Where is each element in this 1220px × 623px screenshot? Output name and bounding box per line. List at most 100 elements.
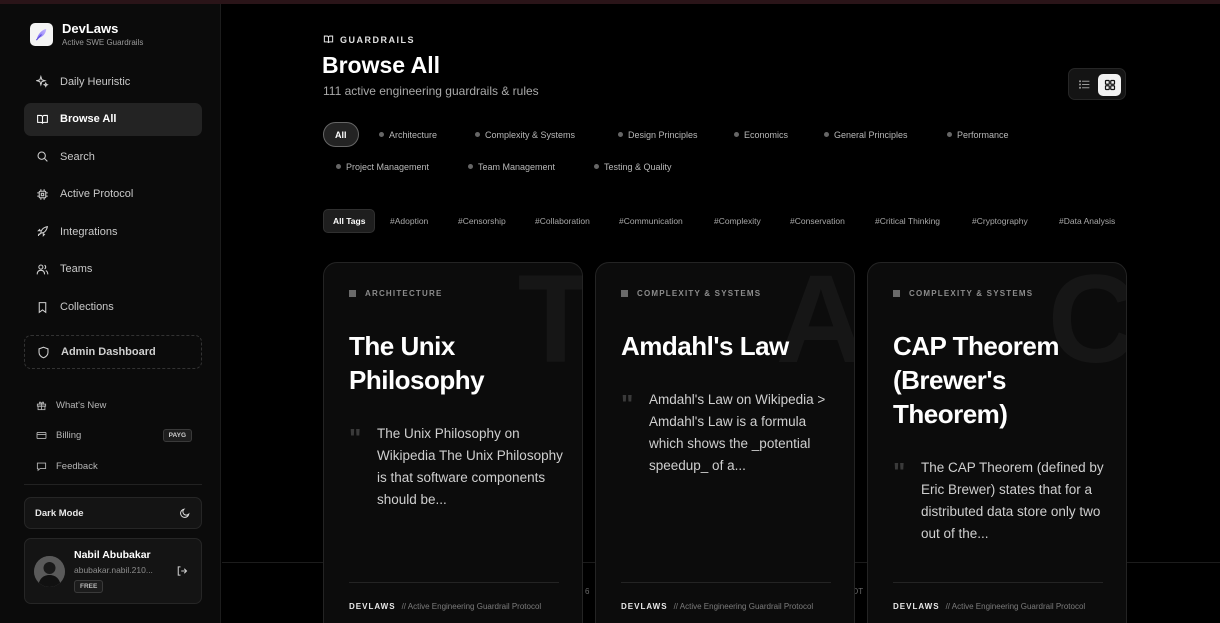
cpu-icon [37,189,48,200]
bullet-dot [618,132,623,137]
card-footer: DEVLAWS // Active Engineering Guardrail P… [893,601,1108,613]
card-category-label: ARCHITECTURE [365,289,443,298]
category-chip[interactable]: Team Management [468,154,555,179]
chip-label: Performance [957,129,1009,140]
nav-label: Feedback [56,460,98,472]
plan-badge: FREE [74,580,104,593]
footer-peek-text: 6 [585,587,590,596]
main-nav: Daily Heuristic Browse All Search Active… [24,65,202,328]
quote-icon: " [621,389,634,419]
tag-label: #Complexity [714,216,761,226]
nav-item-browse-all[interactable]: Browse All [24,102,202,136]
main-content: GUARDRAILS Browse All 111 active enginee… [222,4,1220,623]
admin-dashboard-button[interactable]: Admin Dashboard [24,335,202,369]
tag-chip[interactable]: #Censorship [458,209,506,233]
user-name: Nabil Abubakar [74,549,151,561]
card-footer: DEVLAWS // Active Engineering Guardrail P… [349,601,564,613]
guardrail-card[interactable]: A COMPLEXITY & SYSTEMS Amdahl's Law " Am… [595,262,855,623]
card-footer-text: // Active Engineering Guardrail Protocol [673,602,814,611]
nav-item-billing[interactable]: Billing PAYG [36,421,192,452]
card-category: COMPLEXITY & SYSTEMS [621,289,761,298]
tag-chip[interactable]: #Data Analysis [1059,209,1115,233]
category-chip[interactable]: Performance [947,122,1009,147]
logout-icon[interactable] [176,565,188,577]
brand[interactable]: DevLaws Active SWE Guardrails [30,21,143,47]
chip-label: Team Management [478,161,556,172]
grid-view-button[interactable] [1098,74,1121,96]
sparkles-icon [36,75,49,88]
credit-card-icon [36,432,47,440]
brand-name: DevLaws [62,21,119,36]
card-divider [349,582,559,583]
category-chip[interactable]: Project Management [336,154,429,179]
card-category-label: COMPLEXITY & SYSTEMS [909,289,1034,298]
tag-label: #Censorship [458,216,506,226]
users-icon [36,264,49,275]
search-icon [37,151,48,162]
user-card[interactable]: Nabil Abubakar abubakar.nabil.210... FRE… [24,538,202,604]
avatar [34,556,65,587]
category-chip[interactable]: Complexity & Systems [475,122,575,147]
card-footer-text: // Active Engineering Guardrail Protocol [401,602,542,611]
feather-logo-icon [30,22,53,46]
nav-item-whats-new[interactable]: What's New [36,390,192,421]
nav-item-active-protocol[interactable]: Active Protocol [24,178,202,211]
book-open-icon [323,35,334,44]
nav-label: Browse All [60,113,117,126]
nav-item-integrations[interactable]: Integrations [24,215,202,248]
tag-label: #Conservation [790,216,845,226]
nav-item-search[interactable]: Search [24,140,202,173]
card-title: The Unix Philosophy [349,331,485,395]
nav-item-daily-heuristic[interactable]: Daily Heuristic [24,65,202,98]
category-chip-all[interactable]: All [323,122,359,147]
shield-icon [38,346,49,358]
list-view-icon[interactable] [1078,78,1091,91]
category-chip[interactable]: General Principles [824,122,908,147]
card-excerpt: Amdahl's Law on Wikipedia > Amdahl's Law… [649,392,826,473]
guardrail-card[interactable]: C COMPLEXITY & SYSTEMS CAP Theorem (Brew… [867,262,1127,623]
eyebrow-label: GUARDRAILS [340,34,415,45]
dark-mode-toggle[interactable]: Dark Mode [24,497,202,529]
square-bullet [621,290,628,297]
nav-label: Integrations [60,225,118,238]
chip-label: Project Management [346,161,430,172]
book-open-icon [37,114,48,124]
bullet-dot [468,164,473,169]
tag-chip[interactable]: #Cryptography [972,209,1028,233]
nav-item-feedback[interactable]: Feedback [36,451,192,482]
page-subtitle: 111 active engineering guardrails & rule… [323,84,539,98]
nav-item-teams[interactable]: Teams [24,253,202,286]
card-excerpt: The CAP Theorem (defined by Eric Brewer)… [921,460,1104,541]
category-chip[interactable]: Design Principles [618,122,698,147]
tag-chip[interactable]: #Communication [619,209,683,233]
quote-icon: " [349,423,362,453]
bullet-dot [475,132,480,137]
chip-label: Complexity & Systems [485,129,576,140]
tag-chip-all[interactable]: All Tags [323,209,376,233]
page-title: Browse All [322,52,441,78]
nav-label: What's New [56,399,107,411]
nav-item-collections[interactable]: Collections [24,291,202,324]
category-chip[interactable]: Testing & Quality [594,154,672,179]
card-watermark-letter: A [776,263,854,382]
square-bullet [893,290,900,297]
chip-label: Economics [744,129,789,140]
sidebar: DevLaws Active SWE Guardrails Daily Heur… [0,4,221,623]
bullet-dot [379,132,384,137]
card-footer-brand: DEVLAWS [349,602,396,611]
category-chip[interactable]: Economics [734,122,788,147]
card-category-label: COMPLEXITY & SYSTEMS [637,289,762,298]
card-category: ARCHITECTURE [349,289,443,298]
tag-chip[interactable]: #Adoption [390,209,428,233]
card-title: CAP Theorem (Brewer's Theorem) [893,331,1059,429]
tag-chip[interactable]: #Conservation [790,209,845,233]
bullet-dot [734,132,739,137]
guardrail-card[interactable]: T ARCHITECTURE The Unix Philosophy " The… [323,262,583,623]
nav-label: Search [60,150,95,163]
tag-chip[interactable]: #Complexity [714,209,761,233]
tag-label: #Communication [619,216,683,226]
tag-chip[interactable]: #Collaboration [535,209,590,233]
category-chip[interactable]: Architecture [379,122,437,147]
tag-chip[interactable]: #Critical Thinking [875,209,940,233]
tag-label: #Critical Thinking [875,216,941,226]
